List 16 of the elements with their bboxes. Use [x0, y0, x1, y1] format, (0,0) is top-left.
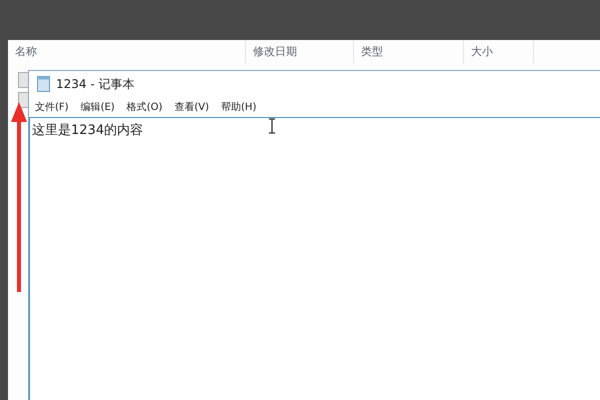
- window-title: 1234 - 记事本: [56, 76, 134, 92]
- column-header[interactable]: 类型: [354, 40, 464, 64]
- text-cursor-icon: [268, 118, 276, 134]
- text-area[interactable]: 这里是1234的内容: [29, 117, 600, 400]
- column-header[interactable]: 大小: [464, 40, 534, 64]
- menu-item[interactable]: 查看(V): [174, 100, 210, 114]
- menu-item[interactable]: 文件(F): [35, 100, 69, 114]
- column-header[interactable]: 名称: [8, 40, 246, 64]
- document-text: 这里是1234的内容: [32, 122, 144, 139]
- menu-item[interactable]: 格式(O): [126, 100, 162, 114]
- menu-item[interactable]: 帮助(H): [221, 100, 256, 114]
- menu-item[interactable]: 编辑(E): [80, 100, 115, 114]
- file-icon: [18, 72, 30, 88]
- notepad-icon: [37, 76, 50, 92]
- arrow-icon: [10, 100, 28, 292]
- column-header[interactable]: 修改日期: [246, 40, 354, 64]
